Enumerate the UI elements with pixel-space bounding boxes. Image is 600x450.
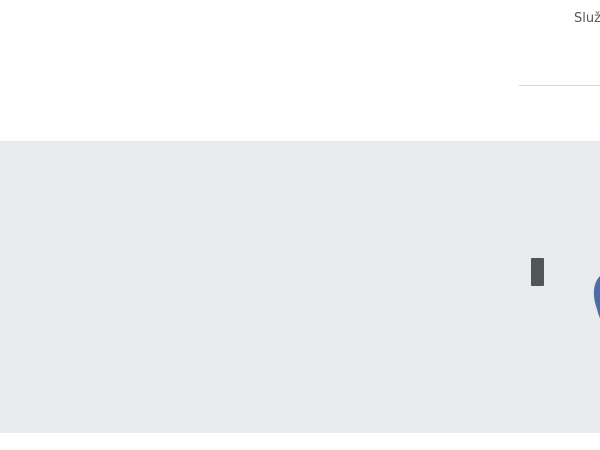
site-header: Služ <box>0 0 600 141</box>
content-area <box>0 433 600 450</box>
slider-handle[interactable] <box>531 258 544 286</box>
nav-divider <box>519 85 600 86</box>
hero-image-fragment <box>593 276 600 319</box>
hero-banner <box>0 141 600 433</box>
nav-link-services[interactable]: Služ <box>574 10 600 28</box>
